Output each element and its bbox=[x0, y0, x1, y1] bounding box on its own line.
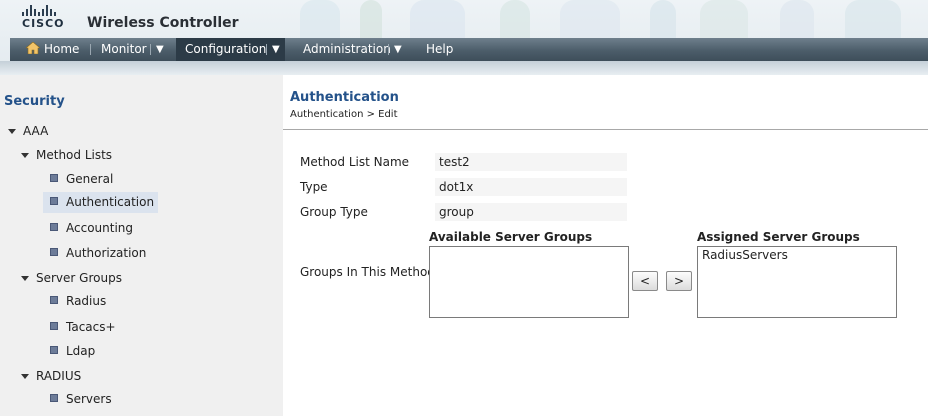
tree-node-server-groups[interactable]: Server Groups bbox=[21, 269, 122, 287]
tree-item-label: Radius bbox=[66, 294, 107, 308]
divider bbox=[283, 129, 928, 130]
group-type-label: Group Type bbox=[300, 205, 368, 219]
tree-leaf-icon bbox=[50, 197, 58, 205]
move-right-button[interactable]: > bbox=[666, 271, 692, 291]
tree-node-method-lists[interactable]: Method Lists bbox=[21, 146, 112, 164]
nav-shadow bbox=[0, 61, 928, 75]
expand-triangle-icon[interactable] bbox=[21, 374, 29, 379]
assigned-groups-list[interactable]: RadiusServers bbox=[697, 246, 897, 318]
groups-in-method-label: Groups In This Method bbox=[300, 265, 435, 279]
nav-help[interactable]: Help bbox=[426, 38, 453, 61]
app-title: Wireless Controller bbox=[87, 15, 239, 31]
nav-configuration-label: Configuration bbox=[185, 42, 267, 56]
nav-monitor-dropdown-icon[interactable]: ▼ bbox=[156, 38, 164, 61]
nav-administration-dropdown-icon[interactable]: ▼ bbox=[394, 38, 402, 61]
logo-text: CISCO bbox=[22, 17, 65, 30]
nav-separator bbox=[90, 44, 91, 55]
tree-leaf-icon bbox=[50, 223, 58, 231]
tree-item-label: Accounting bbox=[66, 221, 134, 235]
nav-home-label: Home bbox=[44, 42, 80, 56]
tree-item-label: Ldap bbox=[66, 344, 96, 358]
nav-home[interactable]: Home bbox=[26, 38, 79, 61]
assigned-groups-header: Assigned Server Groups bbox=[697, 230, 860, 244]
sidebar: Security AAA Method Lists General Authen… bbox=[0, 75, 283, 416]
tree-item-radius[interactable]: Radius bbox=[50, 292, 106, 310]
method-list-name-value: test2 bbox=[435, 153, 627, 171]
cisco-bars-icon bbox=[22, 5, 65, 16]
tree-item-label: Authorization bbox=[66, 246, 147, 260]
tree-item-label: Authentication bbox=[66, 195, 155, 209]
nav-separator bbox=[388, 44, 389, 55]
method-list-name-label: Method List Name bbox=[300, 155, 410, 169]
tree-item-authorization[interactable]: Authorization bbox=[50, 244, 146, 262]
nav-configuration[interactable]: Configuration bbox=[176, 38, 285, 61]
breadcrumb: Authentication > Edit bbox=[290, 109, 398, 120]
tree-item-servers[interactable]: Servers bbox=[50, 390, 112, 408]
tree-leaf-icon bbox=[50, 248, 58, 256]
sidebar-title: Security bbox=[4, 94, 65, 109]
nav-monitor[interactable]: Monitor bbox=[101, 38, 147, 61]
main-content: Authentication Authentication > Edit Met… bbox=[283, 75, 928, 416]
tree-item-authentication[interactable]: Authentication bbox=[43, 192, 159, 213]
cisco-logo: CISCO bbox=[22, 5, 65, 30]
tree-item-label: Servers bbox=[66, 392, 112, 406]
group-type-value: group bbox=[435, 203, 627, 221]
tree-leaf-icon bbox=[50, 346, 58, 354]
nav-administration[interactable]: Administration bbox=[303, 38, 391, 61]
header: CISCO Wireless Controller Home Monitor ▼… bbox=[0, 0, 928, 75]
tree-leaf-icon bbox=[50, 174, 58, 182]
tree-item-accounting[interactable]: Accounting bbox=[50, 219, 133, 237]
tree-node-label: AAA bbox=[23, 124, 49, 138]
available-groups-list[interactable] bbox=[429, 246, 629, 318]
tree-item-ldap[interactable]: Ldap bbox=[50, 342, 95, 360]
page-title: Authentication bbox=[290, 90, 399, 105]
tree-item-general[interactable]: General bbox=[50, 170, 113, 188]
expand-triangle-icon[interactable] bbox=[8, 129, 16, 134]
move-left-button[interactable]: < bbox=[632, 271, 658, 291]
tree-leaf-icon bbox=[50, 322, 58, 330]
tree-node-label: Server Groups bbox=[36, 271, 122, 285]
tree-item-label: General bbox=[66, 172, 114, 186]
expand-triangle-icon[interactable] bbox=[21, 276, 29, 281]
tree-leaf-icon bbox=[50, 394, 58, 402]
nav-separator bbox=[150, 44, 151, 55]
available-groups-header: Available Server Groups bbox=[429, 230, 593, 244]
tree-node-label: RADIUS bbox=[36, 369, 82, 383]
tree-node-radius-section[interactable]: RADIUS bbox=[21, 367, 81, 385]
type-value: dot1x bbox=[435, 178, 627, 196]
list-option-radiusservers[interactable]: RadiusServers bbox=[698, 247, 896, 263]
home-icon bbox=[26, 42, 40, 54]
nav-configuration-dropdown-icon[interactable]: ▼ bbox=[272, 38, 280, 61]
main-nav-bar: Home Monitor ▼ Configuration ▼ Administr… bbox=[10, 38, 928, 61]
tree-node-label: Method Lists bbox=[36, 148, 113, 162]
type-label: Type bbox=[300, 180, 328, 194]
tree-item-label: Tacacs+ bbox=[66, 320, 116, 334]
tree-node-aaa[interactable]: AAA bbox=[8, 122, 48, 140]
nav-separator bbox=[266, 44, 267, 55]
expand-triangle-icon[interactable] bbox=[21, 153, 29, 158]
tree-leaf-icon bbox=[50, 296, 58, 304]
tree-item-tacacs[interactable]: Tacacs+ bbox=[50, 318, 116, 336]
